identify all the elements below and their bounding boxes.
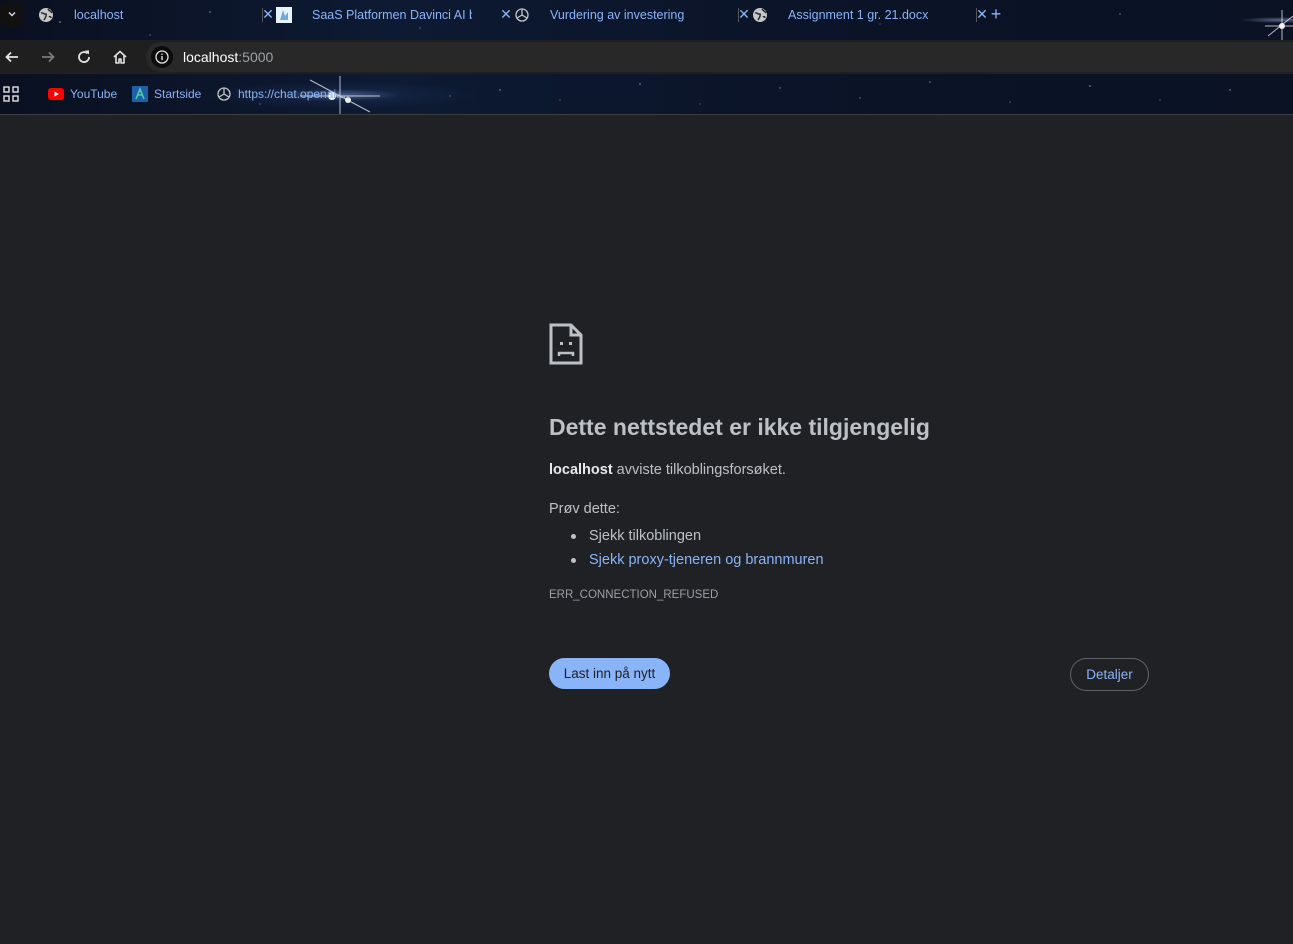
error-host: localhost [549, 462, 613, 478]
tab-localhost[interactable]: localhost ✕ [38, 0, 276, 30]
forward-button[interactable] [37, 46, 59, 68]
suggestions-list: Sjekk tilkoblingen Sjekk proxy-tjeneren … [571, 524, 824, 572]
tab-strip: localhost ✕ SaaS Platformen Davinci AI b… [0, 0, 1293, 30]
back-button[interactable] [1, 46, 23, 68]
site-info-icon[interactable] [151, 46, 173, 68]
url-host: localhost [183, 49, 239, 65]
startside-icon [132, 86, 148, 102]
tab-separator [262, 8, 263, 22]
arrow-right-icon [42, 51, 55, 63]
error-description: localhost avviste tilkoblingsforsøket. [549, 462, 786, 478]
sad-page-icon [549, 323, 583, 365]
error-title: Dette nettstedet er ikke tilgjengelig [549, 414, 930, 440]
tab-search-button[interactable] [0, 1, 24, 27]
reload-icon [78, 50, 90, 63]
bookmark-label: YouTube [70, 87, 118, 101]
reload-button[interactable] [73, 46, 95, 68]
tab-title: Assignment 1 gr. 21.docx [788, 8, 929, 22]
bookmark-chatgpt[interactable]: https://chat.openai.... [216, 85, 349, 103]
suggestion-check-proxy-link[interactable]: Sjekk proxy-tjeneren og brannmuren [571, 548, 824, 572]
youtube-icon [48, 86, 64, 102]
bookmarks-bar: YouTube Startside https://chat.openai...… [0, 74, 1293, 114]
close-icon[interactable]: ✕ [498, 6, 514, 22]
browser-toolbar: localhost:5000 [0, 40, 1293, 74]
tab-assignment[interactable]: Assignment 1 gr. 21.docx ✕ [752, 0, 990, 30]
home-button[interactable] [109, 46, 131, 68]
new-tab-button[interactable]: + [987, 5, 1005, 23]
error-reason: avviste tilkoblingsforsøket. [612, 462, 786, 478]
details-button[interactable]: Detaljer [1070, 658, 1149, 691]
bookmark-label: https://chat.openai.... [238, 87, 350, 101]
davinci-icon [276, 7, 292, 23]
globe-icon [38, 7, 54, 23]
chevron-down-icon [8, 11, 16, 17]
toolbar-divider [0, 114, 1293, 115]
tab-separator [738, 8, 739, 22]
tab-title: Vurdering av investering [550, 8, 685, 22]
tab-title: localhost [74, 8, 124, 22]
suggestions-heading: Prøv dette: [549, 501, 620, 517]
arrow-left-icon [5, 51, 18, 63]
url-text[interactable]: localhost:5000 [183, 49, 273, 65]
suggestion-check-connection: Sjekk tilkoblingen [571, 524, 824, 548]
tab-title: SaaS Platformen Davinci AI by [312, 8, 472, 22]
bookmark-label: Startside [154, 87, 202, 101]
address-bar[interactable]: localhost:5000 [146, 42, 1293, 72]
reload-page-button[interactable]: Last inn på nytt [549, 658, 670, 689]
tab-separator [976, 8, 977, 22]
openai-icon [514, 7, 530, 23]
error-code: ERR_CONNECTION_REFUSED [549, 589, 719, 601]
openai-icon [216, 86, 232, 102]
tab-vurdering[interactable]: Vurdering av investering ✕ [514, 0, 752, 30]
globe-icon [752, 7, 768, 23]
apps-grid-icon[interactable] [3, 86, 19, 102]
browser-chrome: localhost ✕ SaaS Platformen Davinci AI b… [0, 0, 1293, 115]
bookmark-youtube[interactable]: YouTube [48, 85, 117, 103]
bookmark-startside[interactable]: Startside [132, 85, 201, 103]
url-port: :5000 [238, 49, 274, 65]
home-icon [113, 50, 127, 64]
tab-davinci[interactable]: SaaS Platformen Davinci AI by ✕ [276, 0, 514, 30]
